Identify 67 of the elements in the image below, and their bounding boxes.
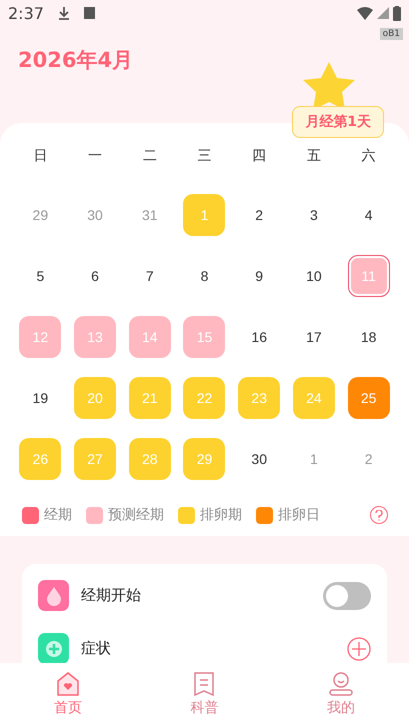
calendar-day[interactable]: 18 (348, 316, 390, 358)
calendar-day[interactable]: 29 (183, 438, 226, 480)
toggle-switch[interactable] (323, 582, 371, 610)
help-icon[interactable] (370, 506, 388, 524)
calendar-day[interactable]: 27 (74, 438, 116, 480)
calendar-day[interactable]: 15 (183, 316, 226, 358)
calendar-day[interactable]: 13 (74, 316, 116, 358)
calendar-day[interactable]: 3 (292, 194, 335, 236)
calendar-day[interactable]: 20 (74, 377, 116, 419)
plus-icon (38, 633, 69, 664)
month-title: 2026年4月 (18, 47, 134, 74)
weekday-label: 四 (251, 147, 268, 165)
weekday-label: 六 (360, 147, 377, 165)
calendar-day[interactable]: 2 (348, 438, 390, 480)
weekday-label: 一 (87, 147, 104, 165)
day-bubble: 月经第1天 (292, 106, 384, 138)
debug-badge: oB1 (380, 28, 403, 40)
weekday-label: 二 (142, 147, 158, 165)
calendar-day[interactable]: 30 (238, 438, 280, 480)
calendar-day[interactable]: 10 (292, 255, 335, 297)
calendar-day[interactable]: 29 (19, 194, 62, 236)
calendar-day[interactable]: 16 (238, 316, 280, 358)
calendar-day[interactable]: 21 (128, 377, 171, 419)
legend-label: 排卵期 (200, 506, 242, 524)
record-label: 症状 (81, 639, 112, 658)
calendar-day[interactable]: 1 (292, 438, 335, 480)
legend-label: 经期 (44, 506, 72, 524)
calendar-day[interactable]: 1 (183, 194, 226, 236)
home-icon (55, 671, 82, 697)
nav-tab[interactable]: 科普 (136, 663, 273, 728)
calendar-day[interactable]: 2 (238, 194, 280, 236)
legend-label: 预测经期 (108, 506, 164, 524)
signal-icon (377, 7, 389, 19)
calendar-day[interactable]: 4 (348, 194, 390, 236)
weekday-label: 日 (32, 147, 48, 165)
calendar-day[interactable]: 30 (74, 194, 116, 236)
weekday-label: 三 (196, 147, 212, 165)
calendar-day[interactable]: 5 (19, 255, 62, 297)
calendar-day[interactable]: 9 (238, 255, 280, 297)
user-icon (328, 671, 354, 697)
calendar-day[interactable]: 8 (183, 255, 226, 297)
bookmark-icon (192, 671, 216, 697)
calendar-day[interactable]: 28 (128, 438, 171, 480)
calendar-day[interactable]: 24 (292, 377, 335, 419)
calendar-day[interactable]: 31 (128, 194, 171, 236)
add-icon[interactable] (347, 636, 371, 660)
legend-label: 排卵日 (278, 506, 320, 524)
record-label: 经期开始 (81, 586, 142, 605)
calendar-day[interactable]: 7 (128, 255, 171, 297)
calendar-day[interactable]: 25 (348, 377, 390, 419)
calendar-day[interactable]: 6 (74, 255, 116, 297)
calendar-day[interactable]: 14 (128, 316, 171, 358)
calendar-day[interactable]: 19 (19, 377, 62, 419)
calendar-day[interactable]: 11 (348, 255, 390, 297)
weekday-label: 五 (306, 147, 322, 165)
battery-icon (393, 6, 401, 20)
drop-icon (38, 580, 69, 611)
status-time: 2:37 (8, 4, 44, 22)
calendar-day[interactable]: 17 (292, 316, 335, 358)
download-icon (58, 6, 70, 20)
nav-tab[interactable]: 我的 (272, 663, 409, 728)
calendar-day[interactable]: 26 (19, 438, 62, 480)
calendar-day[interactable]: 12 (19, 316, 62, 358)
nav-tab[interactable]: 首页 (0, 663, 136, 728)
wifi-icon (357, 6, 373, 20)
calendar-day[interactable]: 23 (238, 377, 280, 419)
calendar-day[interactable]: 22 (183, 377, 226, 419)
